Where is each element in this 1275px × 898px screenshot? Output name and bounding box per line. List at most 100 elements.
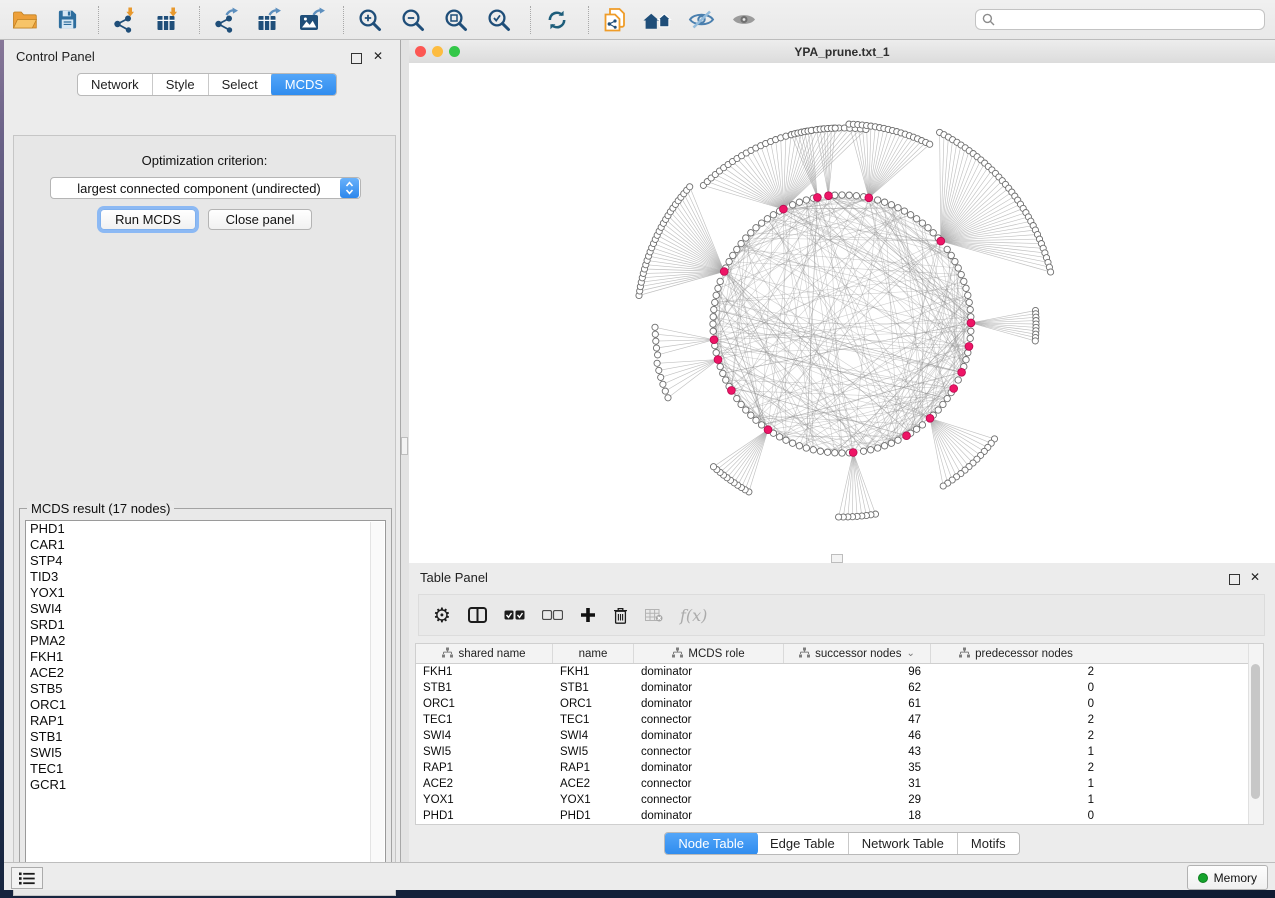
hide-selected-icon[interactable] <box>686 5 716 35</box>
tab-select[interactable]: Select <box>209 74 272 95</box>
save-session-icon[interactable] <box>52 5 82 35</box>
result-node[interactable]: RAP1 <box>26 713 385 729</box>
column-header-name[interactable]: name <box>553 644 634 663</box>
zoom-in-icon[interactable] <box>355 5 385 35</box>
cell-name: RAP1 <box>553 762 634 774</box>
table-row[interactable]: ORC1ORC1dominator610 <box>416 696 1263 712</box>
column-menu-chevron-icon[interactable]: ⌄ <box>906 648 914 659</box>
export-table-icon[interactable] <box>254 5 284 35</box>
result-node[interactable]: SWI4 <box>26 601 385 617</box>
zoom-out-icon[interactable] <box>398 5 428 35</box>
column-header-successor-nodes[interactable]: successor nodes⌄ <box>784 644 931 663</box>
table-row[interactable]: FKH1FKH1dominator962 <box>416 664 1263 680</box>
float-table-panel-icon[interactable] <box>1229 572 1240 590</box>
table-options-gear-icon[interactable]: ⚙ <box>433 605 451 625</box>
tab-mcds[interactable]: MCDS <box>271 73 337 96</box>
cell-shared_name: YOX1 <box>416 794 553 806</box>
result-node[interactable]: ACE2 <box>26 665 385 681</box>
network-titlebar[interactable]: YPA_prune.txt_1 <box>409 40 1275 64</box>
toolbar-separator <box>199 6 201 34</box>
table-row[interactable]: ACE2ACE2connector311 <box>416 776 1263 792</box>
result-node[interactable]: SRD1 <box>26 617 385 633</box>
network-title: YPA_prune.txt_1 <box>409 45 1275 59</box>
close-panel-button[interactable]: Close panel <box>208 209 312 230</box>
column-label: name <box>579 648 608 660</box>
table-row[interactable]: SWI5SWI5connector431 <box>416 744 1263 760</box>
result-node[interactable]: SWI5 <box>26 745 385 761</box>
select-all-checkboxes-icon[interactable] <box>504 610 525 620</box>
result-node[interactable]: ORC1 <box>26 697 385 713</box>
import-table-icon[interactable] <box>153 5 183 35</box>
result-node[interactable]: PHD1 <box>26 521 385 537</box>
result-node[interactable]: STB5 <box>26 681 385 697</box>
zoom-selected-icon[interactable] <box>484 5 514 35</box>
tab-network-table[interactable]: Network Table <box>849 833 958 854</box>
list-scrollbar[interactable] <box>370 522 384 873</box>
table-row[interactable]: STB1STB1dominator620 <box>416 680 1263 696</box>
task-history-button[interactable] <box>11 867 43 889</box>
result-node[interactable]: YOX1 <box>26 585 385 601</box>
import-network-icon[interactable] <box>110 5 140 35</box>
criterion-dropdown[interactable]: largest connected component (undirected) <box>50 177 361 199</box>
cell-mcds_role: connector <box>634 714 784 726</box>
deselect-all-checkboxes-icon[interactable] <box>542 610 563 620</box>
first-neighbors-icon[interactable] <box>643 5 673 35</box>
memory-button[interactable]: Memory <box>1187 865 1268 890</box>
cell-name: STB1 <box>553 682 634 694</box>
result-node[interactable]: FKH1 <box>26 649 385 665</box>
run-mcds-button[interactable]: Run MCDS <box>100 209 196 230</box>
tab-node-table[interactable]: Node Table <box>664 832 758 855</box>
result-node[interactable]: STP4 <box>26 553 385 569</box>
refresh-view-icon[interactable] <box>542 5 572 35</box>
open-file-icon[interactable] <box>9 5 39 35</box>
table-scrollbar-thumb[interactable] <box>1251 664 1260 799</box>
toolbar-separator <box>588 6 590 34</box>
column-header-MCDS-role[interactable]: MCDS role <box>634 644 784 663</box>
column-header-shared-name[interactable]: shared name <box>416 644 553 663</box>
table-row[interactable]: PHD1PHD1dominator180 <box>416 808 1263 824</box>
cell-predecessor_nodes: 2 <box>931 666 1101 678</box>
mcds-result-list[interactable]: PHD1CAR1STP4TID3YOX1SWI4SRD1PMA2FKH1ACE2… <box>25 520 386 875</box>
result-node[interactable]: CAR1 <box>26 537 385 553</box>
table-scrollbar[interactable] <box>1248 644 1263 824</box>
memory-label: Memory <box>1214 871 1257 885</box>
delete-column-icon[interactable] <box>613 607 628 624</box>
result-node[interactable]: PMA2 <box>26 633 385 649</box>
zoom-fit-icon[interactable] <box>441 5 471 35</box>
search-field[interactable] <box>975 9 1265 30</box>
result-node[interactable]: GCR1 <box>26 777 385 793</box>
result-node[interactable]: STB1 <box>26 729 385 745</box>
main-toolbar <box>0 0 1275 40</box>
column-header-predecessor-nodes[interactable]: predecessor nodes <box>931 644 1101 663</box>
table-row[interactable]: TEC1TEC1connector472 <box>416 712 1263 728</box>
cell-successor_nodes: 31 <box>784 778 931 790</box>
table-row[interactable]: YOX1YOX1connector291 <box>416 792 1263 808</box>
add-column-icon[interactable] <box>580 607 596 623</box>
table-row[interactable]: SWI4SWI4dominator462 <box>416 728 1263 744</box>
result-node[interactable]: TEC1 <box>26 761 385 777</box>
float-panel-icon[interactable] <box>351 51 362 69</box>
cell-predecessor_nodes: 2 <box>931 762 1101 774</box>
tab-motifs[interactable]: Motifs <box>958 833 1019 854</box>
tab-style[interactable]: Style <box>153 74 209 95</box>
vertical-splitter-handle[interactable] <box>401 437 408 455</box>
show-all-icon[interactable] <box>729 5 759 35</box>
horizontal-splitter-handle[interactable] <box>831 554 843 563</box>
search-input[interactable] <box>1000 12 1258 28</box>
control-panel-title: Control Panel <box>16 49 95 64</box>
function-builder-icon: f(x) <box>680 606 707 625</box>
table-row[interactable]: RAP1RAP1dominator352 <box>416 760 1263 776</box>
result-node[interactable]: TID3 <box>26 569 385 585</box>
export-image-icon[interactable] <box>297 5 327 35</box>
network-canvas[interactable] <box>409 63 1275 563</box>
show-column-icon[interactable] <box>468 607 487 623</box>
cell-mcds_role: connector <box>634 746 784 758</box>
cell-successor_nodes: 43 <box>784 746 931 758</box>
duplicate-network-icon[interactable] <box>600 5 630 35</box>
tab-edge-table[interactable]: Edge Table <box>757 833 849 854</box>
tab-network[interactable]: Network <box>78 74 153 95</box>
export-network-icon[interactable] <box>211 5 241 35</box>
criterion-value: largest connected component (undirected) <box>51 181 339 196</box>
close-panel-icon[interactable]: ✕ <box>373 51 383 61</box>
close-table-panel-icon[interactable]: ✕ <box>1250 572 1260 582</box>
